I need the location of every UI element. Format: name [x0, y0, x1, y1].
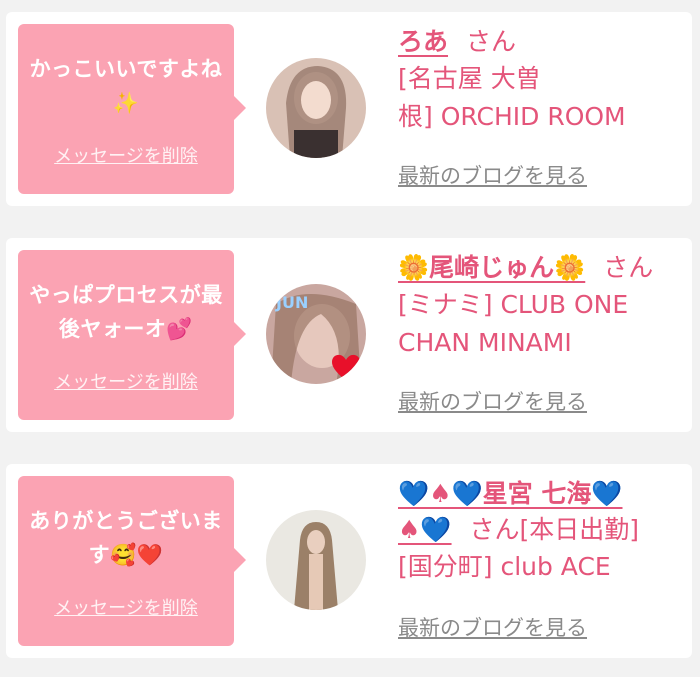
avatar[interactable]: [266, 510, 366, 610]
honorific: さん[本日出勤]: [469, 515, 640, 544]
message-bubble: かっこいいですよね✨ メッセージを削除: [18, 24, 246, 194]
avatar-overlay-text: JUN: [275, 293, 308, 312]
delete-message-link[interactable]: メッセージを削除: [18, 594, 234, 620]
avatar[interactable]: [266, 58, 366, 158]
user-photo-icon: JUN: [266, 284, 366, 384]
avatar[interactable]: JUN: [266, 284, 366, 384]
cast-info: ろあ さん [名古屋 大曽 根] ORCHID ROOM: [398, 24, 668, 136]
cast-name-link[interactable]: 🌼尾崎じゅん🌼: [398, 253, 585, 282]
message-text: かっこいいですよね✨: [29, 57, 223, 115]
message-card: やっぱプロセスが最後ヤォーオ💕 メッセージを削除 JUN 🌼尾崎じゅん🌼 さん […: [6, 238, 692, 432]
honorific: さん: [603, 253, 654, 282]
message-card: ありがとうございます🥰❤️ メッセージを削除 💙♠💙星宮 七海💙 ♠💙 さん[本日…: [6, 464, 692, 658]
user-photo-icon: [266, 510, 366, 610]
shop-line: 根] ORCHID ROOM: [398, 102, 626, 131]
view-latest-blog-link[interactable]: 最新のブログを見る: [398, 612, 587, 642]
message-bubble: やっぱプロセスが最後ヤォーオ💕 メッセージを削除: [18, 250, 246, 420]
honorific: さん: [466, 27, 517, 56]
view-latest-blog-link[interactable]: 最新のブログを見る: [398, 160, 587, 190]
shop-line: [ミナミ] CLUB ONE: [398, 290, 629, 319]
shop-line: CHAN MINAMI: [398, 328, 572, 357]
shop-name: [名古屋 大曽 根] ORCHID ROOM: [398, 60, 668, 136]
shop-name: [ミナミ] CLUB ONE CHAN MINAMI: [398, 286, 668, 362]
cast-name-link[interactable]: 💙♠💙星宮 七海💙: [398, 479, 623, 508]
cast-info: 🌼尾崎じゅん🌼 さん [ミナミ] CLUB ONE CHAN MINAMI: [398, 250, 668, 362]
shop-name: [国分町] club ACE: [398, 552, 611, 581]
user-photo-icon: [266, 58, 366, 158]
message-text: やっぱプロセスが最後ヤォーオ💕: [29, 283, 223, 341]
message-text: ありがとうございます🥰❤️: [29, 509, 223, 567]
shop-line: [名古屋 大曽: [398, 64, 541, 93]
cast-info: 💙♠💙星宮 七海💙 ♠💙 さん[本日出勤] [国分町] club ACE: [398, 476, 668, 586]
cast-name-link-cont[interactable]: ♠💙: [398, 515, 452, 544]
message-bubble: ありがとうございます🥰❤️ メッセージを削除: [18, 476, 246, 646]
view-latest-blog-link[interactable]: 最新のブログを見る: [398, 386, 587, 416]
delete-message-link[interactable]: メッセージを削除: [18, 368, 234, 394]
delete-message-link[interactable]: メッセージを削除: [18, 142, 234, 168]
cast-name-link[interactable]: ろあ: [398, 27, 448, 56]
message-card: かっこいいですよね✨ メッセージを削除 ろあ さん [名古屋 大曽 根] ORCH…: [6, 12, 692, 206]
